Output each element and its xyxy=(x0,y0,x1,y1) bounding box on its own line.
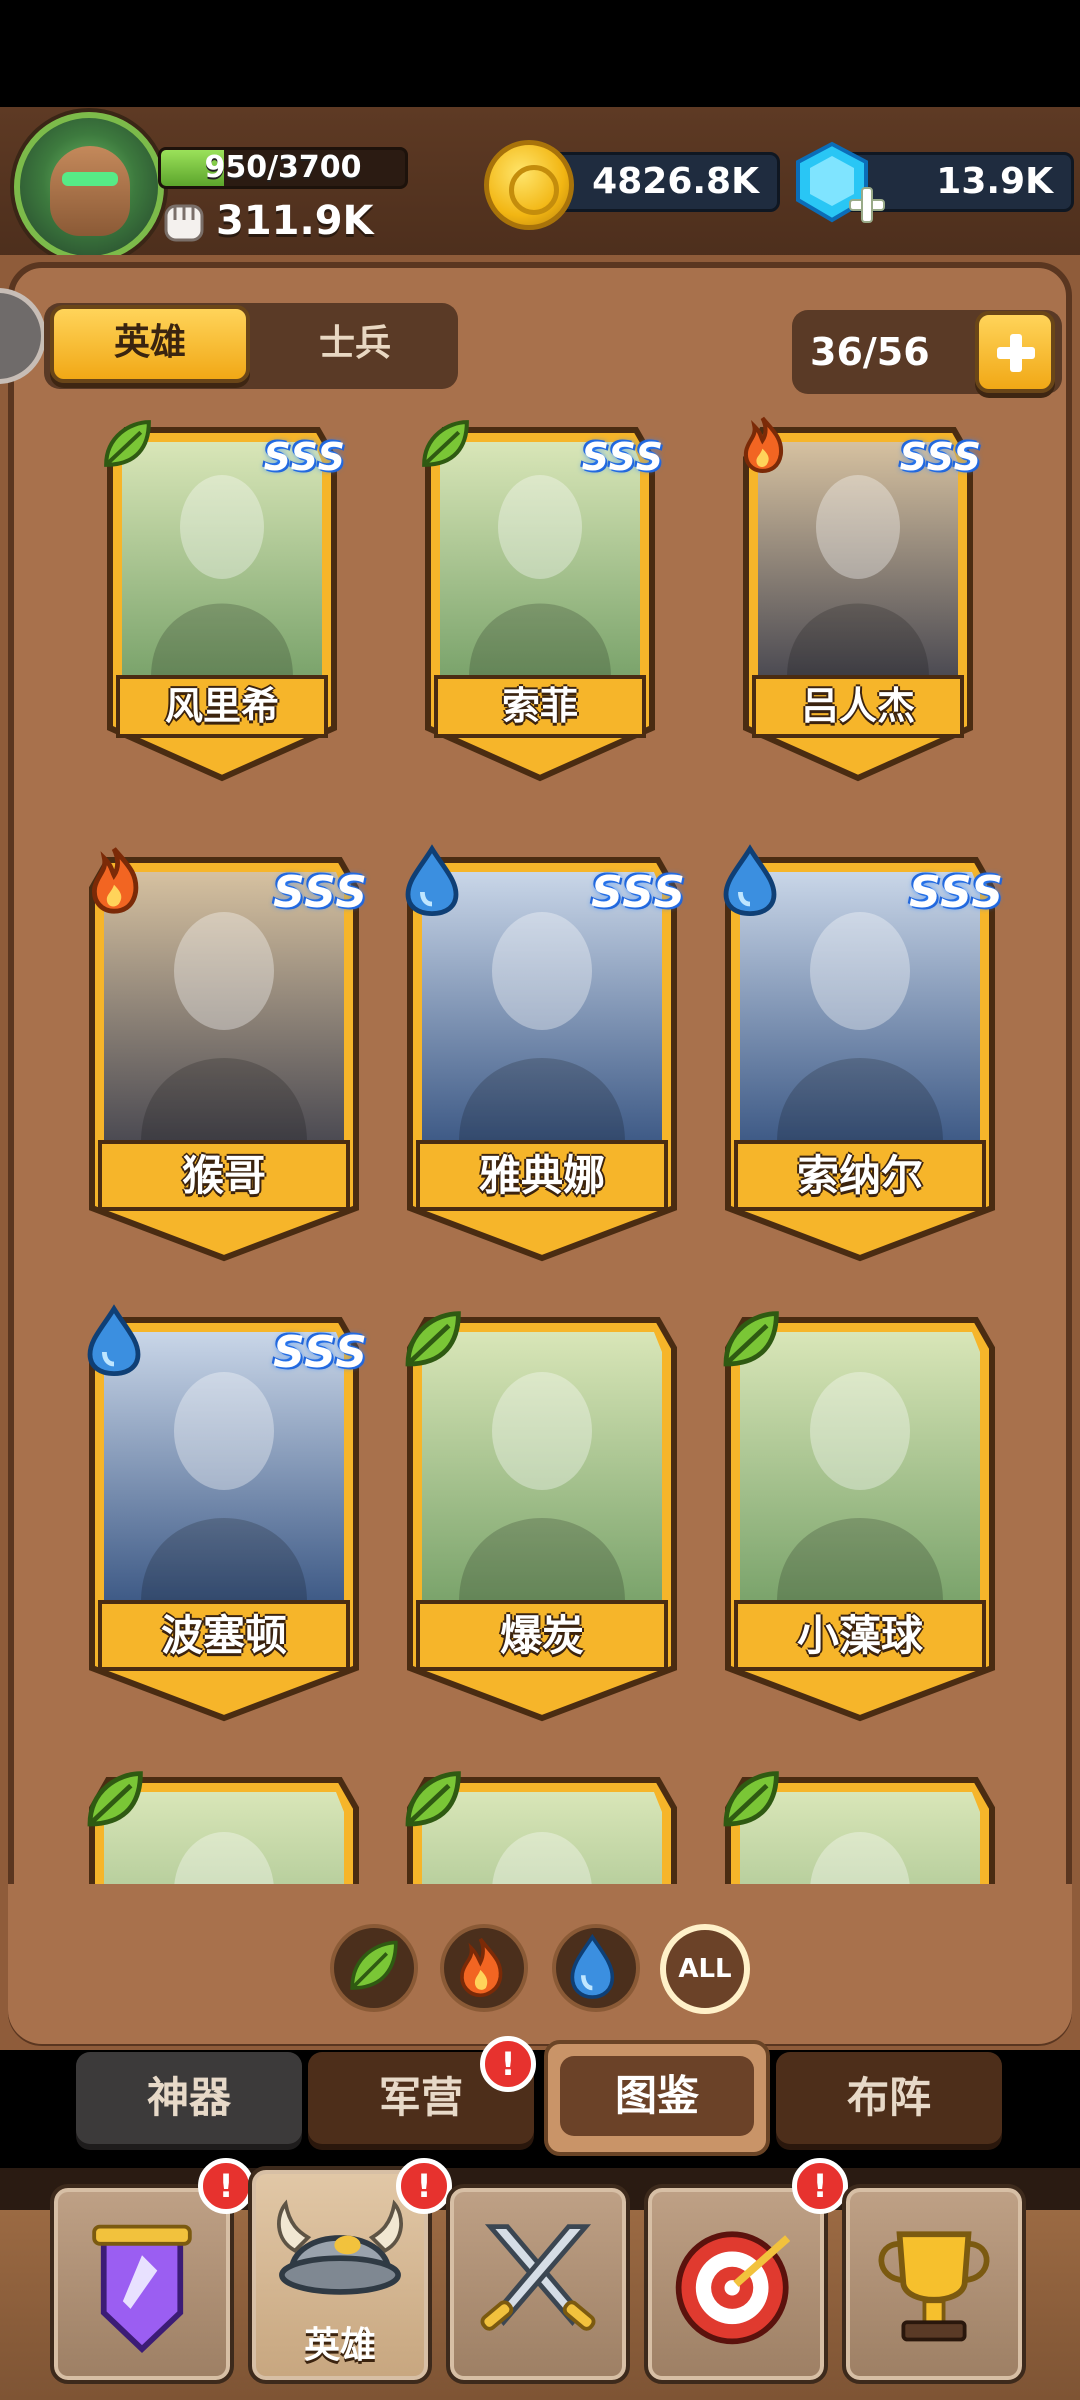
leaf-element-icon xyxy=(414,414,475,479)
all-filter-button[interactable]: ALL xyxy=(660,1924,750,2014)
hero-card[interactable]: 索纳尔 SSS xyxy=(722,844,1003,1268)
hero-name: 吕人杰 xyxy=(800,684,915,728)
leaf-element-icon xyxy=(714,1764,786,1840)
leaf-element-icon xyxy=(396,1764,468,1840)
tab-hero[interactable]: 英雄 xyxy=(50,305,250,383)
tab-artifact[interactable]: 神器 xyxy=(76,2052,302,2144)
leaf-icon xyxy=(350,1940,398,1990)
rank-badge: SSS xyxy=(591,867,686,918)
hero-card[interactable]: 小藻球 xyxy=(722,1308,998,1728)
hero-grid: 风里希 SSS 索菲 SSS 吕人杰 SSS 猴哥 SSS 雅典娜 SSS 索纳尔 SSS 波塞顿 SSS… xyxy=(0,400,1080,1884)
tab-codex[interactable]: 图鉴 xyxy=(560,2056,754,2136)
fire-element-icon xyxy=(732,414,793,479)
nav-hero-label: 英雄 xyxy=(303,2325,376,2366)
hero-name: 风里希 xyxy=(164,684,279,728)
leaf-element-icon xyxy=(714,1304,786,1380)
hero-card[interactable] xyxy=(86,1768,362,1884)
combat-power: 311.9K xyxy=(216,198,374,244)
gem-value: 13.9K xyxy=(936,161,1053,202)
hero-card[interactable]: 爆炭 xyxy=(404,1308,680,1728)
hero-card[interactable]: 雅典娜 SSS xyxy=(404,844,685,1268)
nav-equipment-button[interactable] xyxy=(50,2184,234,2384)
hero-alert-badge: ! xyxy=(396,2158,452,2214)
element-filter-bar xyxy=(8,1884,1072,2044)
sword-shield-icon xyxy=(92,2224,192,2354)
xp-bar: 950/3700 xyxy=(158,147,408,189)
water-element-icon xyxy=(396,844,468,920)
nav-battle-button[interactable] xyxy=(446,2184,630,2384)
hero-card[interactable]: 吕人杰 SSS xyxy=(740,416,981,788)
xp-text: 950/3700 xyxy=(204,150,362,185)
rank-badge: SSS xyxy=(263,435,346,479)
hero-name: 索纳尔 xyxy=(796,1151,923,1200)
hero-card[interactable] xyxy=(404,1768,680,1884)
hero-name: 小藻球 xyxy=(796,1611,923,1660)
hero-name: 爆炭 xyxy=(499,1611,584,1660)
hero-name: 波塞顿 xyxy=(160,1611,287,1660)
leaf-element-icon xyxy=(396,1304,468,1380)
player-avatar[interactable] xyxy=(14,112,164,262)
fist-power-icon xyxy=(164,204,204,242)
hero-name: 雅典娜 xyxy=(478,1151,605,1200)
hero-card[interactable]: 波塞顿 SSS xyxy=(86,1304,367,1728)
tab-formation[interactable]: 布阵 xyxy=(776,2052,1002,2144)
rank-badge: SSS xyxy=(899,435,982,479)
trophy-icon xyxy=(878,2231,990,2342)
nav-trophy-button[interactable] xyxy=(842,2184,1026,2384)
fire-icon xyxy=(460,1937,503,1998)
barracks-alert-badge: ! xyxy=(480,2036,536,2092)
status-bar xyxy=(0,0,1080,107)
tab-soldier[interactable]: 士兵 xyxy=(260,305,450,383)
gold-value: 4826.8K xyxy=(592,161,759,202)
rank-badge: SSS xyxy=(273,867,368,918)
hero-card[interactable]: 风里希 SSS xyxy=(104,418,345,788)
fire-element-icon xyxy=(78,844,150,920)
rank-badge: SSS xyxy=(273,1327,368,1378)
leaf-element-icon xyxy=(78,1764,150,1840)
leaf-element-icon xyxy=(96,414,157,479)
rank-badge: SSS xyxy=(581,435,664,479)
gold-coin-icon xyxy=(484,140,574,230)
gem-plus-icon[interactable] xyxy=(792,140,892,235)
target-icon xyxy=(675,2231,791,2345)
hero-card[interactable]: 索菲 SSS xyxy=(422,418,663,788)
game-screen: 950/3700 311.9K 4826.8K 13.9K 英雄 士兵 36/5… xyxy=(0,0,1080,2400)
expand-plus-button[interactable] xyxy=(975,311,1055,393)
hero-name: 猴哥 xyxy=(181,1151,266,1200)
leaf-filter-button[interactable] xyxy=(330,1924,418,2012)
water-element-icon xyxy=(714,844,786,920)
equipment-alert-badge: ! xyxy=(198,2158,254,2214)
hero-card[interactable] xyxy=(722,1768,998,1884)
water-filter-button[interactable] xyxy=(552,1924,640,2012)
water-element-icon xyxy=(78,1304,150,1380)
target-alert-badge: ! xyxy=(792,2158,848,2214)
hero-name: 索菲 xyxy=(501,684,578,728)
hero-card[interactable]: 猴哥 SSS xyxy=(86,847,367,1268)
crossed-swords-icon xyxy=(480,2224,596,2331)
nav-target-button[interactable] xyxy=(644,2184,828,2384)
water-drop-icon xyxy=(570,1933,615,1999)
collection-count: 36/56 xyxy=(810,330,930,374)
rank-badge: SSS xyxy=(909,867,1004,918)
fire-filter-button[interactable] xyxy=(440,1924,528,2012)
